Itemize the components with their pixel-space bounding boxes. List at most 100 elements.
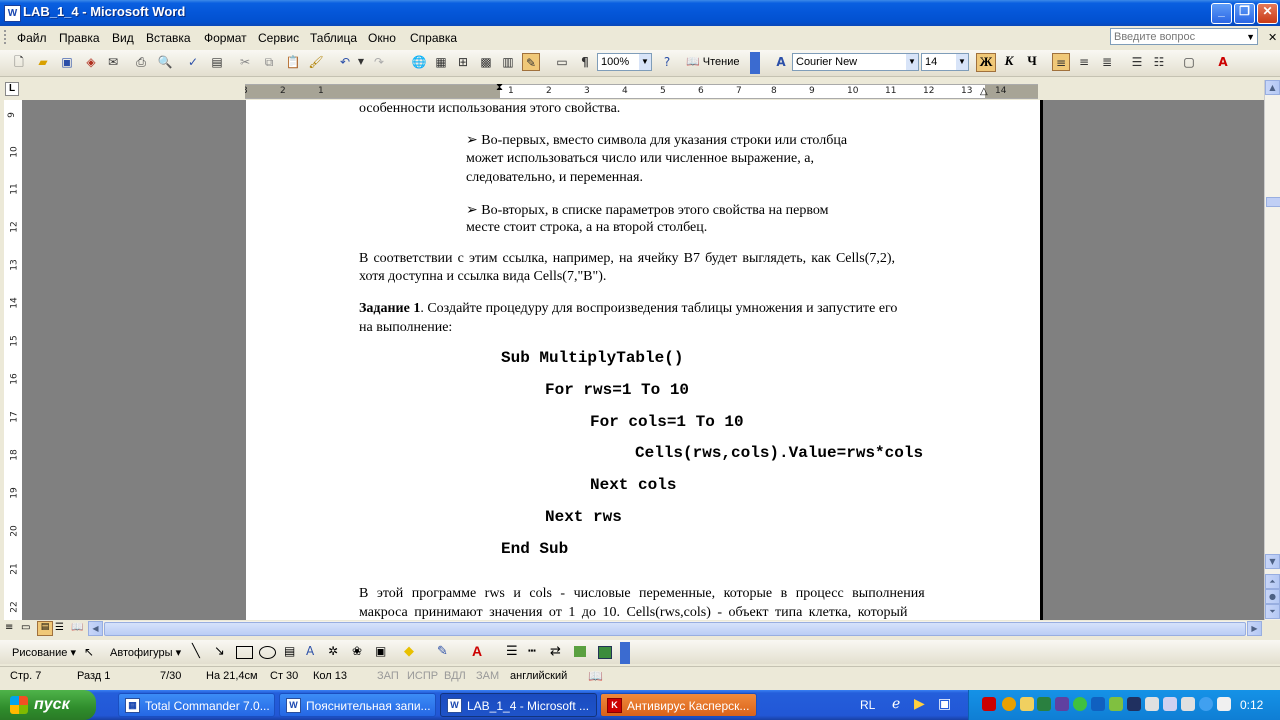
document-page[interactable]: особенности использования этого свойства…	[246, 100, 1043, 620]
menu-file[interactable]: Файл	[17, 31, 47, 45]
print-icon[interactable]: ⎙	[132, 53, 150, 71]
font-color-icon[interactable]: A	[1214, 53, 1232, 71]
align-left-icon[interactable]: ≡	[1052, 53, 1070, 71]
insert-excel-icon[interactable]: ▩	[477, 53, 495, 71]
bluetooth-icon[interactable]	[1091, 697, 1105, 711]
tray-app-icon[interactable]	[1199, 697, 1213, 711]
columns-icon[interactable]: ▥	[499, 53, 517, 71]
chevron-down-icon[interactable]: ▼	[1246, 29, 1255, 46]
clock[interactable]: 0:12	[1240, 698, 1263, 712]
scroll-down-icon[interactable]: ▼	[1265, 554, 1280, 569]
tray-app-icon[interactable]	[1055, 697, 1069, 711]
numbering-icon[interactable]: ☷	[1150, 53, 1168, 71]
taskbar-button-total-commander[interactable]: ▦ Total Commander 7.0...	[118, 693, 275, 717]
ask-question-input[interactable]: Введите вопрос ▼	[1110, 28, 1258, 45]
dash-style-icon[interactable]: ┅	[528, 644, 536, 659]
chevron-down-icon[interactable]: ▼	[352, 53, 370, 71]
arrow-style-icon[interactable]: ⇄	[550, 644, 561, 659]
tray-app-icon[interactable]	[1002, 697, 1016, 711]
toolbar-options-button[interactable]	[620, 642, 630, 664]
fill-color-icon[interactable]: ◆	[404, 644, 414, 659]
menu-window[interactable]: Окно	[368, 31, 396, 45]
new-document-icon[interactable]: 🗋	[10, 53, 28, 71]
redo-icon[interactable]: ↷	[370, 53, 388, 71]
align-justify-icon[interactable]: ≣	[1098, 53, 1116, 71]
kaspersky-tray-icon[interactable]	[982, 697, 996, 711]
reading-view-icon[interactable]: 📖	[71, 622, 83, 633]
status-record[interactable]: ЗАП	[377, 670, 399, 682]
tray-app-icon[interactable]	[1109, 697, 1123, 711]
hyperlink-icon[interactable]: 🌐	[410, 53, 428, 71]
tray-app-icon[interactable]	[1020, 697, 1034, 711]
picture-icon[interactable]: ▣	[375, 644, 386, 658]
outline-view-icon[interactable]: ☰	[55, 622, 64, 633]
wordart-icon[interactable]: A	[306, 644, 314, 658]
safely-remove-icon[interactable]	[1217, 697, 1231, 711]
3d-style-icon[interactable]	[598, 646, 612, 659]
menu-insert[interactable]: Вставка	[146, 31, 191, 45]
bold-button[interactable]: Ж	[976, 53, 996, 72]
taskbar-button-kaspersky[interactable]: K Антивирус Касперск...	[600, 693, 757, 717]
tray-app-icon[interactable]	[1073, 697, 1087, 711]
border-icon[interactable]: ▢	[1180, 53, 1198, 71]
spelling-icon[interactable]: ✓	[184, 53, 202, 71]
document-map-icon[interactable]: ▭	[553, 53, 571, 71]
spelling-status-icon[interactable]: 📖	[588, 669, 603, 683]
taskbar-button-explanatory-note[interactable]: W Пояснительная запи...	[279, 693, 436, 717]
chevron-down-icon[interactable]: ▼	[956, 54, 968, 70]
close-button[interactable]: ✕	[1257, 3, 1278, 24]
open-folder-icon[interactable]: ▰	[34, 53, 52, 71]
menu-edit[interactable]: Правка	[59, 31, 100, 45]
menu-table[interactable]: Таблица	[310, 31, 357, 45]
web-view-icon[interactable]: ▭	[21, 622, 30, 633]
reading-mode-button[interactable]: 📖 Чтение	[686, 55, 739, 68]
textbox-icon[interactable]: ▤	[284, 644, 295, 658]
font-name-combo[interactable]: Courier New ▼	[792, 53, 919, 71]
menu-view[interactable]: Вид	[112, 31, 134, 45]
network-icon[interactable]	[1163, 697, 1177, 711]
format-painter-icon[interactable]: 🖌	[307, 53, 325, 71]
horizontal-ruler[interactable]: 3 2 1 1 2 3 4 5 6 7 8 9 10 11 12 13 14	[245, 84, 1038, 99]
horizontal-scrollbar[interactable]: ◀ ▶	[88, 621, 1262, 636]
italic-button[interactable]: К	[999, 53, 1019, 72]
right-indent-marker[interactable]: △	[980, 86, 988, 97]
status-language[interactable]: английский	[510, 670, 567, 682]
status-extend[interactable]: ВДЛ	[444, 670, 466, 682]
tray-app-icon[interactable]	[1127, 697, 1141, 711]
line-style-icon[interactable]: ☰	[506, 644, 518, 659]
research-icon[interactable]: ▤	[208, 53, 226, 71]
scroll-thumb[interactable]	[104, 622, 1246, 636]
styles-icon[interactable]: A	[772, 53, 790, 71]
status-track[interactable]: ИСПР	[407, 670, 438, 682]
rectangle-icon[interactable]	[236, 646, 253, 659]
scroll-thumb[interactable]	[1266, 197, 1280, 207]
tables-borders-icon[interactable]: ▦	[432, 53, 450, 71]
font-color-icon[interactable]: A	[472, 643, 482, 659]
email-icon[interactable]: ✉	[104, 53, 122, 71]
indent-marker[interactable]: ⧗	[496, 82, 503, 93]
normal-view-icon[interactable]: ≡	[5, 622, 13, 633]
scroll-up-icon[interactable]: ▲	[1265, 80, 1280, 95]
menu-help[interactable]: Справка	[410, 31, 457, 45]
scroll-left-icon[interactable]: ◀	[88, 621, 103, 636]
zoom-combo[interactable]: 100% ▼	[597, 53, 652, 71]
taskbar-button-lab[interactable]: W LAB_1_4 - Microsoft ...	[440, 693, 597, 717]
tray-app-icon[interactable]	[1037, 697, 1051, 711]
word-app-icon[interactable]: W	[4, 5, 21, 22]
media-player-icon[interactable]: ▶	[914, 696, 925, 712]
vertical-scrollbar[interactable]: ▲ ▼ ⏶ ● ⏷	[1264, 80, 1280, 620]
input-language-indicator[interactable]: RL	[860, 698, 875, 712]
diagram-icon[interactable]: ✲	[328, 644, 338, 658]
show-desktop-icon[interactable]: ▣	[938, 696, 951, 712]
title-bar[interactable]: W LAB_1_4 - Microsoft Word	[0, 0, 1280, 26]
minimize-button[interactable]: _	[1211, 3, 1232, 24]
paste-icon[interactable]: 📋	[284, 53, 302, 71]
align-center-icon[interactable]: ≡	[1075, 53, 1093, 71]
arrow-icon[interactable]: ↘	[214, 644, 225, 659]
toolbar-options-button[interactable]	[750, 52, 760, 74]
menu-format[interactable]: Формат	[204, 31, 247, 45]
shadow-style-icon[interactable]	[574, 646, 586, 657]
chevron-down-icon[interactable]: ▼	[639, 54, 651, 70]
scroll-right-icon[interactable]: ▶	[1247, 621, 1262, 636]
print-layout-icon[interactable]: ▤	[37, 621, 53, 636]
